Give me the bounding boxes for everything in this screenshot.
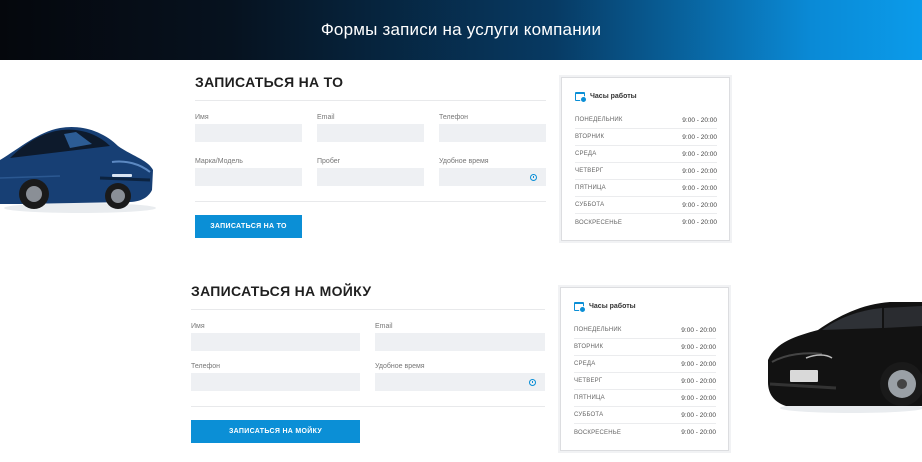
to-form-divider-top (195, 100, 546, 101)
hours-time: 9:00 - 20:00 (681, 360, 716, 368)
hours-day: Четверг (575, 168, 604, 174)
wash-time-label: Удобное время (375, 363, 425, 370)
to-form-title: ЗАПИСАТЬСЯ НА ТО (195, 74, 344, 90)
page-title: Формы записи на услуги компании (320, 20, 602, 39)
to-mileage-input[interactable] (317, 168, 424, 186)
wash-time-input[interactable] (375, 373, 545, 391)
hours-time: 9:00 - 20:00 (681, 394, 716, 402)
wash-phone-input[interactable] (191, 373, 360, 391)
hours-day: Пятница (575, 185, 606, 191)
hours-day: Понедельник (574, 327, 622, 333)
wash-name-input[interactable] (191, 333, 360, 351)
hours-row: Понедельник 9:00 - 20:00 (575, 112, 717, 129)
hours-time: 9:00 - 20:00 (681, 429, 716, 436)
hours-row: Воскресенье 9:00 - 20:00 (575, 214, 717, 231)
hours-row: Суббота 9:00 - 20:00 (575, 197, 717, 214)
hours-day: Четверг (574, 378, 603, 384)
clock-icon[interactable] (530, 174, 537, 181)
wash-form-divider-top (191, 309, 545, 310)
hours-time: 9:00 - 20:00 (682, 116, 717, 124)
hours-day: Воскресенье (574, 429, 622, 436)
hours-row: Четверг 9:00 - 20:00 (575, 163, 717, 180)
hours-time: 9:00 - 20:00 (682, 201, 717, 209)
hours-row: Вторник 9:00 - 20:00 (575, 129, 717, 146)
hours-day: Воскресенье (575, 219, 623, 226)
wash-name-label: Имя (191, 323, 205, 330)
hours-day: Среда (575, 151, 597, 157)
calendar-icon (575, 92, 587, 103)
to-form-divider-bottom (195, 201, 546, 202)
hours-day: Пятница (574, 395, 605, 401)
to-name-label: Имя (195, 114, 209, 121)
to-name-input[interactable] (195, 124, 302, 142)
wash-email-input[interactable] (375, 333, 545, 351)
to-email-input[interactable] (317, 124, 424, 142)
clock-icon[interactable] (529, 379, 536, 386)
to-phone-label: Телефон (439, 114, 469, 121)
hours-row: Вторник 9:00 - 20:00 (574, 339, 716, 356)
to-model-input[interactable] (195, 168, 302, 186)
to-submit-button[interactable]: ЗАПИСАТЬСЯ НА ТО (195, 215, 302, 238)
hours-day: Вторник (575, 134, 605, 140)
wash-form-title: ЗАПИСАТЬСЯ НА МОЙКУ (191, 283, 372, 299)
working-hours-card: Часы работы Понедельник 9:00 - 20:00 Втор… (560, 287, 729, 451)
hours-header: Часы работы (574, 302, 636, 313)
calendar-icon (574, 302, 586, 313)
hours-day: Суббота (574, 412, 604, 418)
hours-row: Суббота 9:00 - 20:00 (574, 407, 716, 424)
hours-time: 9:00 - 20:00 (682, 167, 717, 175)
hours-day: Понедельник (575, 117, 623, 123)
hours-time: 9:00 - 20:00 (681, 377, 716, 385)
hours-time: 9:00 - 20:00 (682, 133, 717, 141)
hours-time: 9:00 - 20:00 (682, 219, 717, 226)
hours-row: Воскресенье 9:00 - 20:00 (574, 424, 716, 441)
hours-row: Понедельник 9:00 - 20:00 (574, 322, 716, 339)
page-banner: Формы записи на услуги компании (0, 0, 922, 60)
to-model-label: Марка/Модель (195, 158, 243, 165)
hours-day: Среда (574, 361, 596, 367)
hours-day: Вторник (574, 344, 604, 350)
hours-time: 9:00 - 20:00 (681, 326, 716, 334)
hours-row: Пятница 9:00 - 20:00 (575, 180, 717, 197)
hours-row: Пятница 9:00 - 20:00 (574, 390, 716, 407)
hours-row: Среда 9:00 - 20:00 (574, 356, 716, 373)
hours-row: Среда 9:00 - 20:00 (575, 146, 717, 163)
black-car-image (768, 302, 922, 413)
hours-time: 9:00 - 20:00 (681, 411, 716, 419)
wash-submit-button[interactable]: ЗАПИСАТЬСЯ НА МОЙКУ (191, 420, 360, 443)
hours-header: Часы работы (575, 92, 637, 103)
hours-time: 9:00 - 20:00 (682, 150, 717, 158)
hours-day: Суббота (575, 202, 605, 208)
hours-title: Часы работы (589, 303, 636, 310)
wash-phone-label: Телефон (191, 363, 221, 370)
blue-car-image (0, 126, 156, 213)
hours-time: 9:00 - 20:00 (681, 343, 716, 351)
to-mileage-label: Пробег (317, 158, 341, 165)
to-email-label: Email (317, 114, 335, 121)
hours-time: 9:00 - 20:00 (682, 184, 717, 192)
to-time-label: Удобное время (439, 158, 489, 165)
hours-row: Четверг 9:00 - 20:00 (574, 373, 716, 390)
working-hours-card: Часы работы Понедельник 9:00 - 20:00 Втор… (561, 77, 730, 241)
to-phone-input[interactable] (439, 124, 546, 142)
wash-form-divider-bottom (191, 406, 545, 407)
wash-email-label: Email (375, 323, 393, 330)
hours-title: Часы работы (590, 93, 637, 100)
